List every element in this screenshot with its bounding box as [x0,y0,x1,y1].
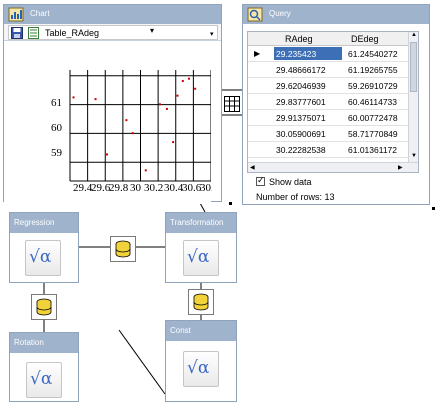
node-title: Rotation [10,333,78,353]
table-cell[interactable]: 30.22282538 [276,145,326,155]
math-function-icon[interactable]: √α [183,240,219,276]
chart-toolbar: Table_RAdeg ▾ ▾ [4,24,221,41]
row-count: Number of rows: 13 [256,192,335,202]
query-icon [247,7,263,22]
x-tick-label: 30.2 [144,182,164,194]
scroll-left-icon[interactable]: ◀ [250,164,255,171]
query-data-grid[interactable]: RAdeg DEdeg ▶ 29.235423 61.24540272 29.4… [247,31,419,173]
chart-window-title: Chart [30,9,50,18]
table-cell[interactable]: 29.235423 [274,47,342,60]
data-point [172,141,175,144]
database-icon[interactable] [188,289,214,315]
grid-header-row: RAdeg DEdeg [248,32,418,46]
show-data-checkbox[interactable]: ✓ [256,175,265,186]
chart-window-header[interactable]: Chart [4,5,221,24]
table-doc-icon [28,27,39,39]
data-point [125,119,128,122]
chart-plot [69,70,211,182]
data-point [106,153,109,156]
table-icon[interactable] [224,96,240,112]
node-rotation[interactable]: Rotation √α [9,332,79,402]
scatter-chart: 61 60 59 29.4 29.6 29.8 30 30.2 30.4 30.… [4,41,212,204]
data-point [194,87,197,90]
data-point [187,77,190,80]
chart-icon [8,7,24,22]
database-icon[interactable] [31,294,57,320]
y-tick-label: 60 [51,122,62,134]
data-point [165,107,168,110]
node-title: Transformation [166,213,236,233]
y-tick-label: 61 [51,97,62,109]
table-row[interactable]: 30.05900691 58.71770849 [248,126,418,142]
table-row[interactable]: 29.83777601 60.46114733 [248,94,418,110]
math-function-icon[interactable]: √α [25,240,61,276]
x-tick-label: 29.8 [109,182,129,194]
table-cell[interactable]: 61.24540272 [348,49,398,59]
vertical-scrollbar[interactable]: ▲ ▼ [408,32,418,162]
data-point [94,98,97,101]
table-cell[interactable]: 59.26910729 [348,81,398,91]
dataset-select[interactable]: Table_RAdeg ▾ ▾ [8,25,218,40]
x-tick-label: 29.4 [73,182,93,194]
table-cell[interactable]: 60.00772478 [348,113,398,123]
table-cell[interactable]: 58.71770849 [348,129,398,139]
column-header-radeg[interactable]: RAdeg [285,34,313,44]
x-tick-label: 30.8 [200,182,212,194]
data-point [181,79,184,82]
dataset-select-value: Table_RAdeg [45,28,100,38]
column-header-dedeg[interactable]: DEdeg [351,34,379,44]
y-tick-label: 59 [51,147,62,159]
data-point [131,132,134,135]
chevron-down-icon[interactable]: ▾ [150,26,154,35]
table-row[interactable]: 29.48666172 61.19265755 [248,62,418,78]
show-data-label: Show data [269,177,312,187]
scroll-down-icon[interactable]: ▼ [411,153,417,159]
table-cell[interactable]: 30.05900691 [276,129,326,139]
node-title: Const [166,321,236,341]
data-point [158,103,161,106]
math-function-icon[interactable]: √α [26,362,62,398]
database-icon[interactable] [110,236,136,262]
scroll-down-icon[interactable]: ▾ [210,30,214,38]
horizontal-scrollbar[interactable]: ◀ ▶ [248,162,418,172]
table-cell[interactable]: 61.01361172 [348,145,397,155]
x-tick-label: 29.6 [91,182,111,194]
table-cell[interactable]: 29.83777601 [276,97,326,107]
row-pointer-icon: ▶ [254,49,261,58]
table-row[interactable]: 30.22282538 61.01361172 [248,142,418,158]
node-const[interactable]: Const √α [165,320,237,402]
math-function-icon[interactable]: √α [183,351,219,387]
table-row[interactable]: ▶ 29.235423 61.24540272 [248,46,418,62]
node-title: Regression [10,213,78,233]
checkmark-icon: ✓ [257,175,265,185]
scrollbar-thumb[interactable] [410,42,417,92]
table-row[interactable]: 29.62046939 59.26910729 [248,78,418,94]
table-cell[interactable]: 29.62046939 [276,81,326,91]
node-transformation[interactable]: Transformation √α [165,212,237,283]
table-cell[interactable]: 60.46114733 [348,97,397,107]
table-row[interactable]: 29.91375071 60.00772478 [248,110,418,126]
x-tick-label: 30.4 [164,182,184,194]
query-window-header[interactable]: Query [243,5,429,24]
chart-window: Chart Table_RAdeg ▾ ▾ 61 60 59 29.4 29.6… [3,4,222,204]
scroll-up-icon[interactable]: ▲ [411,32,417,38]
data-point [144,169,147,172]
table-cell[interactable]: 29.48666172 [276,65,326,75]
table-cell[interactable]: 61.19265755 [348,65,398,75]
x-tick-label: 30.6 [182,182,202,194]
save-icon[interactable] [11,27,23,39]
data-point [72,96,75,99]
data-point [176,94,179,97]
table-cell[interactable]: 29.91375071 [276,113,326,123]
query-window-title: Query [269,9,291,18]
node-regression[interactable]: Regression √α [9,212,79,283]
scroll-right-icon[interactable]: ▶ [398,164,403,171]
x-tick-label: 30 [130,182,141,194]
query-window: Query RAdeg DEdeg ▶ 29.235423 61.2454027… [242,4,430,205]
